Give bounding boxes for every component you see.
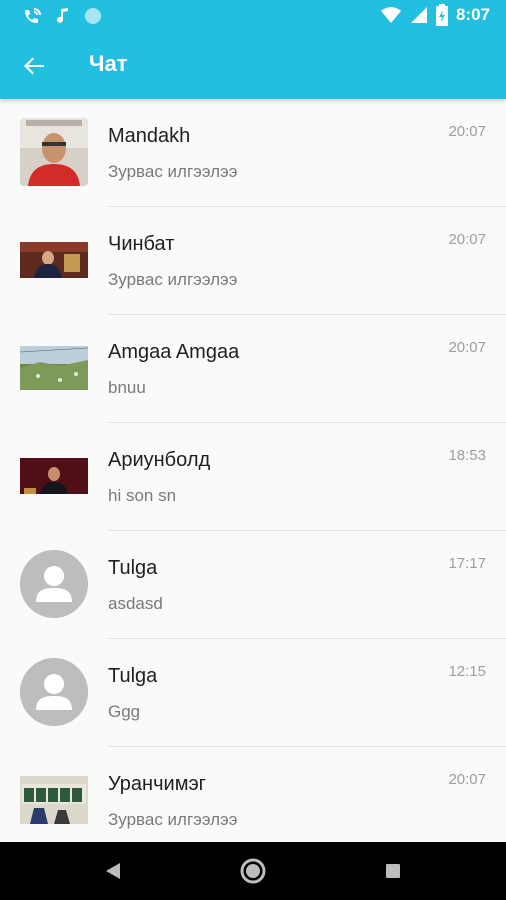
chat-name: Mandakh (108, 125, 191, 147)
avatar (20, 334, 88, 402)
chat-time: 20:07 (448, 771, 486, 788)
signal-icon (410, 7, 427, 23)
page-title: Чат (89, 51, 128, 76)
chat-time: 17:17 (448, 555, 486, 572)
battery-icon (435, 4, 448, 26)
chat-item[interactable]: Чинбат Зурвас илгээлээ 20:07 (0, 207, 506, 315)
app-bar: Чат (0, 32, 506, 99)
chat-name: Ариунболд (108, 449, 211, 471)
home-circle-icon (240, 858, 266, 884)
chat-name: Уранчимэг (108, 773, 206, 795)
chat-item[interactable]: Уранчимэг Зурвас илгээлээ 20:07 (0, 747, 506, 842)
chat-time: 20:07 (448, 231, 486, 248)
back-button[interactable] (18, 50, 50, 82)
wifi-icon (380, 7, 401, 23)
chat-time: 20:07 (448, 123, 486, 140)
chat-preview: hi son sn (108, 486, 177, 505)
status-clock: 8:07 (455, 5, 490, 24)
default-person-avatar (20, 658, 88, 726)
chat-preview: Зурвас илгээлээ (108, 162, 238, 181)
navigation-bar (0, 842, 506, 900)
default-person-avatar (20, 550, 88, 618)
circle-icon (85, 8, 101, 24)
chat-item[interactable]: Amgaa Amgaa bnuu 20:07 (0, 315, 506, 423)
wifi-call-icon (25, 8, 41, 23)
chat-time: 12:15 (448, 663, 486, 680)
nav-recents-button[interactable] (377, 855, 409, 887)
avatar (20, 766, 88, 834)
music-note-icon (57, 8, 68, 23)
nav-back-button[interactable] (98, 855, 130, 887)
recents-square-icon (386, 864, 400, 878)
nav-home-button[interactable] (237, 855, 269, 887)
person-icon (20, 658, 88, 726)
chat-preview: bnuu (108, 378, 146, 397)
avatar (20, 442, 88, 510)
avatar (20, 226, 88, 294)
status-left-icons (22, 6, 102, 26)
chat-item[interactable]: Tulga asdasd 17:17 (0, 531, 506, 639)
chat-item[interactable]: Tulga Ggg 12:15 (0, 639, 506, 747)
avatar (20, 118, 88, 186)
chat-preview: Зурвас илгээлээ (108, 810, 238, 829)
chat-name: Amgaa Amgaa (108, 341, 240, 363)
arrow-back-icon (24, 57, 44, 75)
chat-name: Tulga (108, 665, 158, 687)
chat-item[interactable]: Ариунболд hi son sn 18:53 (0, 423, 506, 531)
chat-item[interactable]: Mandakh Зурвас илгээлээ 20:07 (0, 99, 506, 207)
chat-name: Чинбат (108, 233, 175, 255)
status-right-icons: 8:07 (380, 4, 490, 26)
chat-list[interactable]: Mandakh Зурвас илгээлээ 20:07 Чинбат Зур… (0, 99, 506, 842)
person-icon (20, 550, 88, 618)
chat-time: 20:07 (448, 339, 486, 356)
chat-name: Tulga (108, 557, 158, 579)
chat-time: 18:53 (448, 447, 486, 464)
status-bar: 8:07 (0, 0, 506, 32)
chat-preview: Зурвас илгээлээ (108, 270, 238, 289)
chat-preview: Ggg (108, 702, 141, 721)
chat-preview: asdasd (108, 594, 163, 613)
back-triangle-icon (106, 863, 120, 879)
